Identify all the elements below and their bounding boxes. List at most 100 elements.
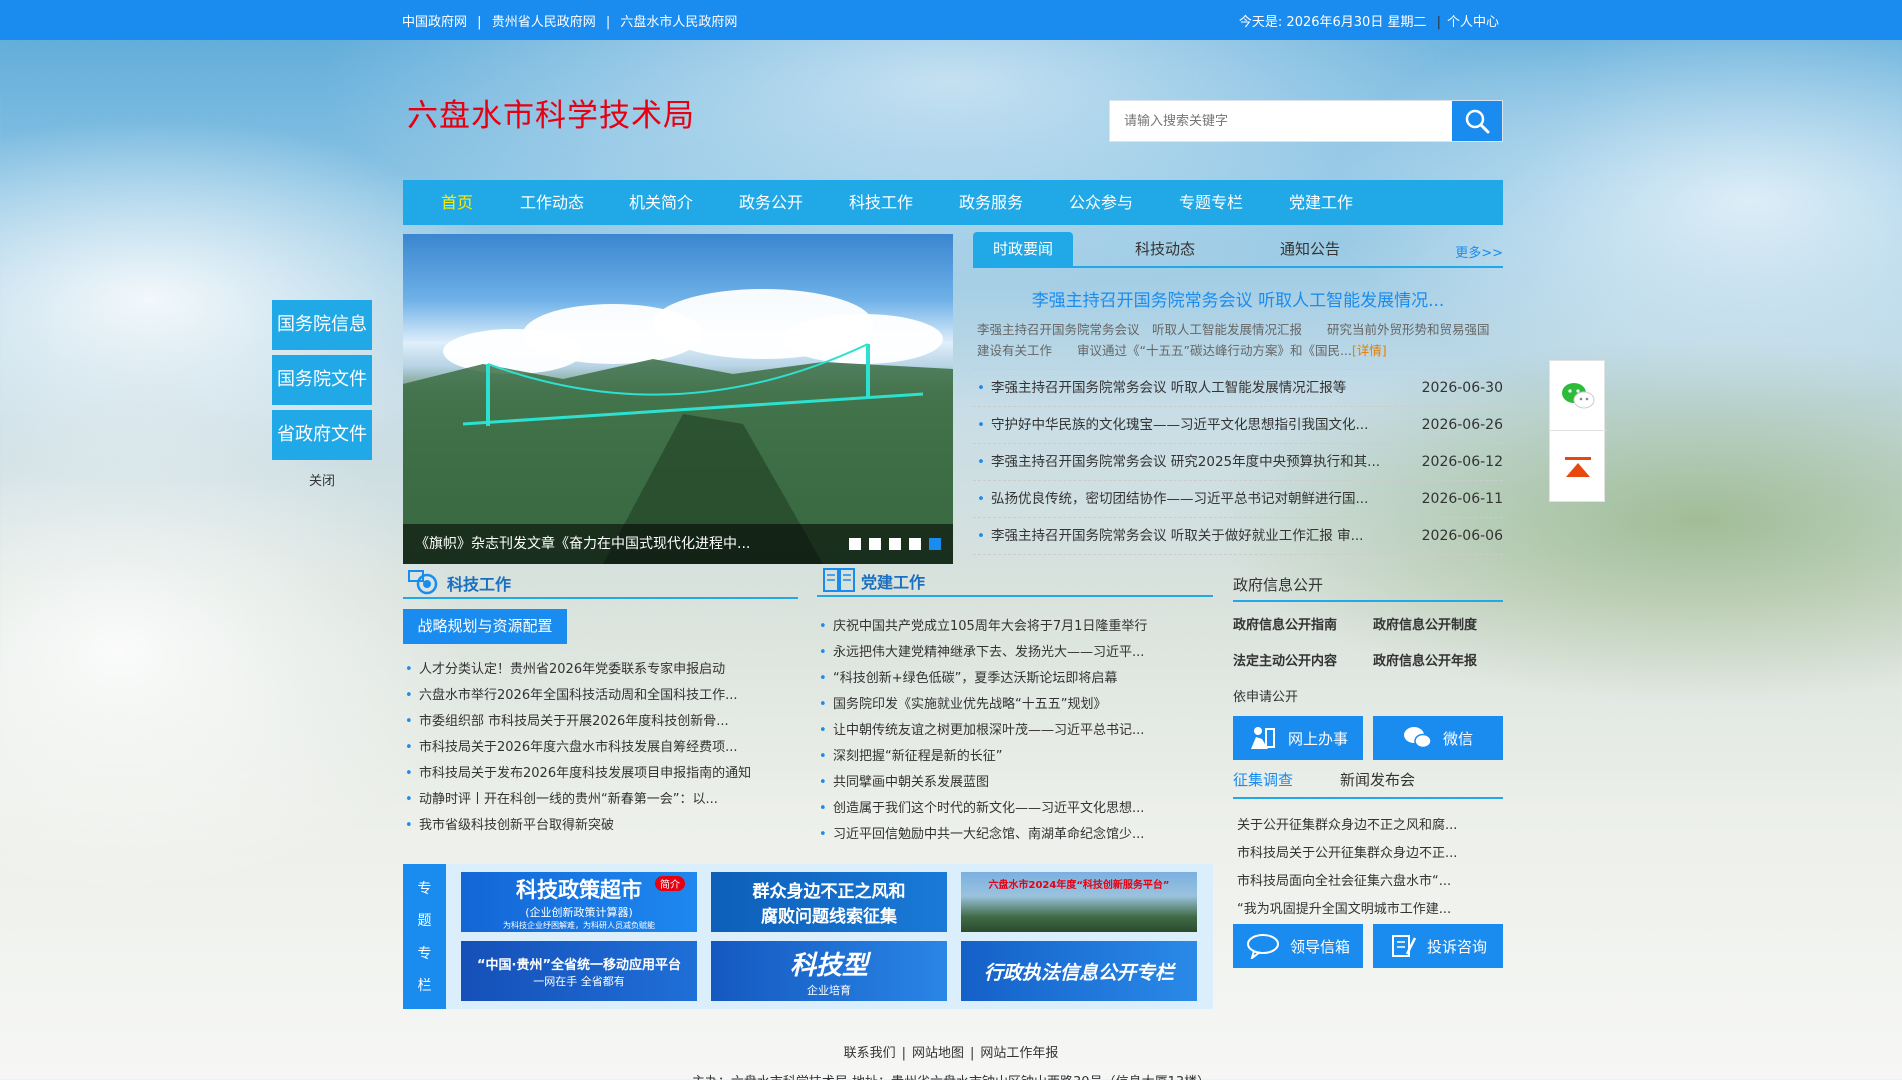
personal-center-link[interactable]: 个人中心 bbox=[1447, 15, 1499, 30]
nav-home[interactable]: 首页 bbox=[441, 180, 473, 225]
news-more-link[interactable]: 更多>> bbox=[1455, 242, 1503, 261]
wechat-float-button[interactable] bbox=[1550, 361, 1606, 431]
online-service-button[interactable]: 网上办事 bbox=[1233, 716, 1363, 760]
left-link-state-council-info[interactable]: 国务院信息 bbox=[272, 300, 372, 350]
wechat-button[interactable]: 微信 bbox=[1373, 716, 1503, 760]
news-item-title[interactable]: 李强主持召开国务院常务会议 听取关于做好就业工作汇报 审... bbox=[991, 528, 1363, 544]
list-item[interactable]: 弘扬优良传统，密切团结协作——习近平总书记对朝鲜进行国... 2026-06-11 bbox=[973, 481, 1503, 518]
tab-notices[interactable]: 通知公告 bbox=[1280, 232, 1340, 266]
party-work-title[interactable]: 党建工作 bbox=[861, 569, 925, 593]
footer-annual-report-link[interactable]: 网站工作年报 bbox=[980, 1046, 1058, 1061]
left-links-close[interactable]: 关闭 bbox=[272, 470, 372, 489]
list-item[interactable]: 市科技局关于2026年度六盘水市科技发展自筹经费项... bbox=[403, 735, 803, 761]
banner-title: 行政执法信息公开专栏 bbox=[983, 961, 1174, 984]
tech-work-title[interactable]: 科技工作 bbox=[447, 571, 511, 595]
slider-dot[interactable] bbox=[909, 538, 921, 550]
list-item[interactable]: 让中朝传统友谊之树更加根深叶茂——习近平总书记... bbox=[817, 718, 1213, 744]
list-item[interactable]: 市科技局面向全社会征集六盘水市“... bbox=[1233, 868, 1503, 896]
nav-services[interactable]: 政务服务 bbox=[959, 180, 1023, 225]
nav-about[interactable]: 机关简介 bbox=[629, 180, 693, 225]
news-item-title[interactable]: 弘扬优良传统，密切团结协作——习近平总书记对朝鲜进行国... bbox=[991, 491, 1368, 507]
search-input[interactable] bbox=[1110, 101, 1454, 141]
search-box bbox=[1109, 100, 1503, 142]
footer-contact-link[interactable]: 联系我们 bbox=[844, 1046, 896, 1061]
list-item[interactable]: 共同擘画中朝关系发展蓝图 bbox=[817, 770, 1213, 796]
list-item[interactable]: “科技创新+绿色低碳”，夏季达沃斯论坛即将启幕 bbox=[817, 666, 1213, 692]
tab-survey[interactable]: 征集调查 bbox=[1233, 769, 1293, 790]
list-item[interactable]: 我市省级科技创新平台取得新突破 bbox=[403, 813, 803, 839]
list-item[interactable]: 庆祝中国共产党成立105周年大会将于7月1日隆重举行 bbox=[817, 614, 1213, 640]
list-item[interactable]: 关于公开征集群众身边不正之风和腐... bbox=[1233, 812, 1503, 840]
news-item-title[interactable]: 李强主持召开国务院常务会议 研究2025年度中央预算执行和其... bbox=[991, 454, 1380, 470]
gov-info-apply-link[interactable]: 依申请公开 bbox=[1233, 686, 1503, 716]
slider-dot-active[interactable] bbox=[929, 538, 941, 550]
complaint-button[interactable]: 投诉咨询 bbox=[1373, 924, 1503, 968]
slider-dot[interactable] bbox=[849, 538, 861, 550]
list-item[interactable]: 李强主持召开国务院常务会议 听取人工智能发展情况汇报等 2026-06-30 bbox=[973, 370, 1503, 407]
leader-mailbox-button[interactable]: 领导信箱 bbox=[1233, 924, 1363, 968]
banner-title: 群众身边不正之风和 bbox=[752, 882, 906, 902]
gov-info-guide-link[interactable]: 政府信息公开指南 bbox=[1233, 614, 1373, 650]
list-item[interactable]: 市科技局关于公开征集群众身边不正... bbox=[1233, 840, 1503, 868]
gov-info-report-link[interactable]: 政府信息公开年报 bbox=[1373, 650, 1503, 686]
wechat-label: 微信 bbox=[1442, 729, 1473, 748]
list-item[interactable]: 市委组织部 市科技局关于开展2026年度科技创新骨... bbox=[403, 709, 803, 735]
tab-press[interactable]: 新闻发布会 bbox=[1340, 769, 1415, 790]
top-link-guizhou[interactable]: 贵州省人民政府网 bbox=[492, 15, 596, 30]
nav-party[interactable]: 党建工作 bbox=[1289, 180, 1353, 225]
list-item[interactable]: 守护好中华民族的文化瑰宝——习近平文化思想指引我国文化... 2026-06-26 bbox=[973, 407, 1503, 444]
special-topics: 专 题 专 栏 科技政策超市 (企业创新政策计算器) 为科技企业纾困解难，为科研… bbox=[403, 864, 1213, 1009]
nav-public[interactable]: 公众参与 bbox=[1069, 180, 1133, 225]
news-item-title[interactable]: 守护好中华民族的文化瑰宝——习近平文化思想指引我国文化... bbox=[991, 417, 1368, 433]
list-item[interactable]: 深刻把握“新征程是新的长征” bbox=[817, 744, 1213, 770]
gov-info-content-link[interactable]: 法定主动公开内容 bbox=[1233, 650, 1373, 686]
chat-bubble-icon bbox=[1246, 934, 1279, 959]
list-item[interactable]: 李强主持召开国务院常务会议 听取关于做好就业工作汇报 审... 2026-06-0… bbox=[973, 518, 1503, 555]
search-button[interactable] bbox=[1452, 101, 1502, 141]
list-item[interactable]: 李强主持召开国务院常务会议 研究2025年度中央预算执行和其... 2026-06… bbox=[973, 444, 1503, 481]
list-item[interactable]: 人才分类认定！贵州省2026年党委联系专家申报启动 bbox=[403, 657, 803, 683]
banner-mobile-platform[interactable]: “中国·贵州”全省统一移动应用平台 一网在手 全省都有 bbox=[461, 941, 697, 1001]
banner-policy-supermarket[interactable]: 科技政策超市 (企业创新政策计算器) 为科技企业纾困解难，为科研人员减负赋能 简… bbox=[461, 872, 697, 932]
list-item[interactable]: 永远把伟大建党精神继承下去、发扬光大——习近平... bbox=[817, 640, 1213, 666]
nav-tech-work[interactable]: 科技工作 bbox=[849, 180, 913, 225]
news-headline[interactable]: 李强主持召开国务院常务会议 听取人工智能发展情况... bbox=[973, 286, 1503, 311]
gov-info-rules-link[interactable]: 政府信息公开制度 bbox=[1373, 614, 1503, 650]
list-item[interactable]: 动静时评丨开在科创一线的贵州“新春第一会”：以... bbox=[403, 787, 803, 813]
list-item[interactable]: “我为巩固提升全国文明城市工作建... bbox=[1233, 896, 1503, 924]
top-link-gov[interactable]: 中国政府网 bbox=[402, 15, 467, 30]
tab-tech-news[interactable]: 科技动态 bbox=[1135, 232, 1195, 266]
document-pen-icon bbox=[1391, 935, 1417, 957]
banner-corruption-clues[interactable]: 群众身边不正之风和 腐败问题线索征集 bbox=[711, 872, 947, 932]
list-item[interactable]: 创造属于我们这个时代的新文化——习近平文化思想... bbox=[817, 796, 1213, 822]
tab-politics[interactable]: 时政要闻 bbox=[973, 232, 1073, 266]
list-item[interactable]: 国务院印发《实施就业优先战略“十五五”规划》 bbox=[817, 692, 1213, 718]
top-link-lps[interactable]: 六盘水市人民政府网 bbox=[620, 15, 737, 30]
list-item[interactable]: 六盘水市举行2026年全国科技活动周和全国科技工作... bbox=[403, 683, 803, 709]
news-item-title[interactable]: 李强主持召开国务院常务会议 听取人工智能发展情况汇报等 bbox=[991, 380, 1346, 396]
site-title[interactable]: 六盘水市科学技术局 bbox=[407, 90, 695, 135]
left-link-province-docs[interactable]: 省政府文件 bbox=[272, 410, 372, 460]
nav-topics[interactable]: 专题专栏 bbox=[1179, 180, 1243, 225]
slider-dot[interactable] bbox=[889, 538, 901, 550]
nav-work-news[interactable]: 工作动态 bbox=[520, 180, 584, 225]
list-item[interactable]: 市科技局关于发布2026年度科技发展项目申报指南的通知 bbox=[403, 761, 803, 787]
wechat-icon bbox=[1403, 727, 1432, 749]
back-to-top-button[interactable] bbox=[1550, 431, 1606, 503]
nav-gov-open[interactable]: 政务公开 bbox=[739, 180, 803, 225]
left-link-state-council-docs[interactable]: 国务院文件 bbox=[272, 355, 372, 405]
tech-work-subtag[interactable]: 战略规划与资源配置 bbox=[403, 609, 567, 644]
banner-sub: (企业创新政策计算器) bbox=[525, 905, 633, 919]
footer-sitemap-link[interactable]: 网站地图 bbox=[912, 1046, 964, 1061]
news-detail-link[interactable]: [详情] bbox=[1352, 343, 1387, 358]
banner-tech-platform[interactable]: 六盘水市2024年度“科技创新服务平台” bbox=[961, 872, 1197, 932]
slider-dot[interactable] bbox=[869, 538, 881, 550]
banner-law-enforcement[interactable]: 行政执法信息公开专栏 bbox=[961, 941, 1197, 1001]
news-item-date: 2026-06-06 bbox=[1421, 528, 1503, 544]
special-side-char: 专 bbox=[417, 881, 432, 898]
gov-info-title[interactable]: 政府信息公开 bbox=[1233, 568, 1503, 602]
banner-tech-enterprise[interactable]: 科技型 企业培育 bbox=[711, 941, 947, 1001]
tech-work-list: 人才分类认定！贵州省2026年党委联系专家申报启动 六盘水市举行2026年全国科… bbox=[403, 657, 803, 839]
image-slider[interactable]: 《旗帜》杂志刊发文章《奋力在中国式现代化进程中... bbox=[403, 234, 953, 564]
list-item[interactable]: 习近平回信勉励中共一大纪念馆、南湖革命纪念馆少... bbox=[817, 822, 1213, 848]
